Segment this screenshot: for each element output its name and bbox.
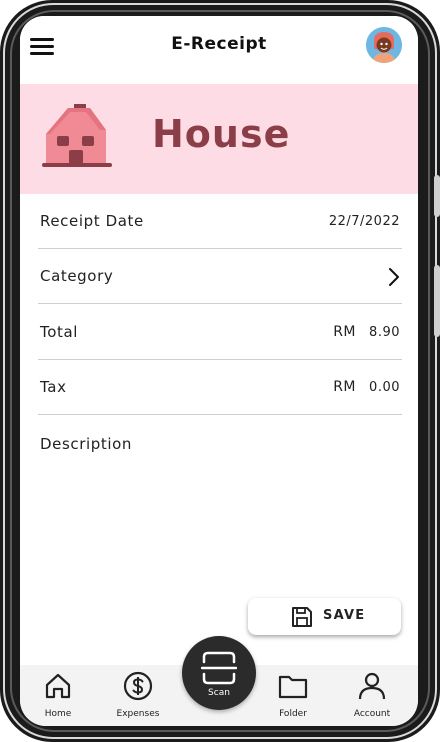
- total-label: Total: [40, 323, 79, 341]
- scan-button[interactable]: Scan: [182, 636, 256, 710]
- total-currency: RM: [333, 324, 356, 340]
- floppy-disk-icon: [290, 605, 314, 629]
- avatar-icon[interactable]: [366, 27, 402, 63]
- nav-account[interactable]: Account: [337, 665, 407, 726]
- scan-label: Scan: [208, 688, 230, 698]
- phone-volume-button: [434, 265, 440, 337]
- total-value[interactable]: 8.90: [369, 325, 400, 340]
- description-field[interactable]: [38, 460, 406, 594]
- folder-icon: [278, 675, 308, 699]
- nav-expenses[interactable]: Expenses: [103, 665, 173, 726]
- home-icon: [45, 673, 71, 699]
- nav-account-label: Account: [353, 709, 391, 719]
- dollar-icon: [123, 671, 153, 701]
- description-label: Description: [40, 435, 133, 453]
- receipt-date-row[interactable]: Receipt Date 22/7/2022: [38, 194, 402, 249]
- person-icon: [358, 672, 386, 700]
- receipt-date-value[interactable]: 22/7/2022: [329, 214, 400, 229]
- chevron-right-icon[interactable]: [388, 267, 400, 287]
- nav-folder-label: Folder: [279, 709, 307, 719]
- category-banner: House: [20, 84, 418, 194]
- tax-value[interactable]: 0.00: [369, 380, 400, 395]
- app-header: E-Receipt: [20, 16, 418, 84]
- phone-side-button: [434, 175, 440, 217]
- nav-expenses-label: Expenses: [116, 709, 160, 719]
- nav-folder[interactable]: Folder: [258, 665, 328, 726]
- save-button[interactable]: SAVE: [248, 598, 401, 635]
- nav-home-label: Home: [44, 709, 72, 719]
- tax-label: Tax: [40, 378, 67, 396]
- house-icon: [40, 100, 112, 172]
- banner-title: House: [152, 112, 291, 156]
- scan-icon: [201, 651, 237, 685]
- page-title: E-Receipt: [171, 34, 267, 54]
- tax-currency: RM: [333, 379, 356, 395]
- category-row[interactable]: Category: [38, 249, 402, 304]
- total-row[interactable]: Total RM 8.90: [38, 305, 402, 360]
- nav-home[interactable]: Home: [23, 665, 93, 726]
- tax-row[interactable]: Tax RM 0.00: [38, 360, 402, 415]
- app-screen: E-Receipt House Receipt Date 22/7/2022 C…: [20, 16, 418, 726]
- category-label: Category: [40, 267, 114, 285]
- save-button-label: SAVE: [323, 608, 366, 623]
- receipt-date-label: Receipt Date: [40, 212, 144, 230]
